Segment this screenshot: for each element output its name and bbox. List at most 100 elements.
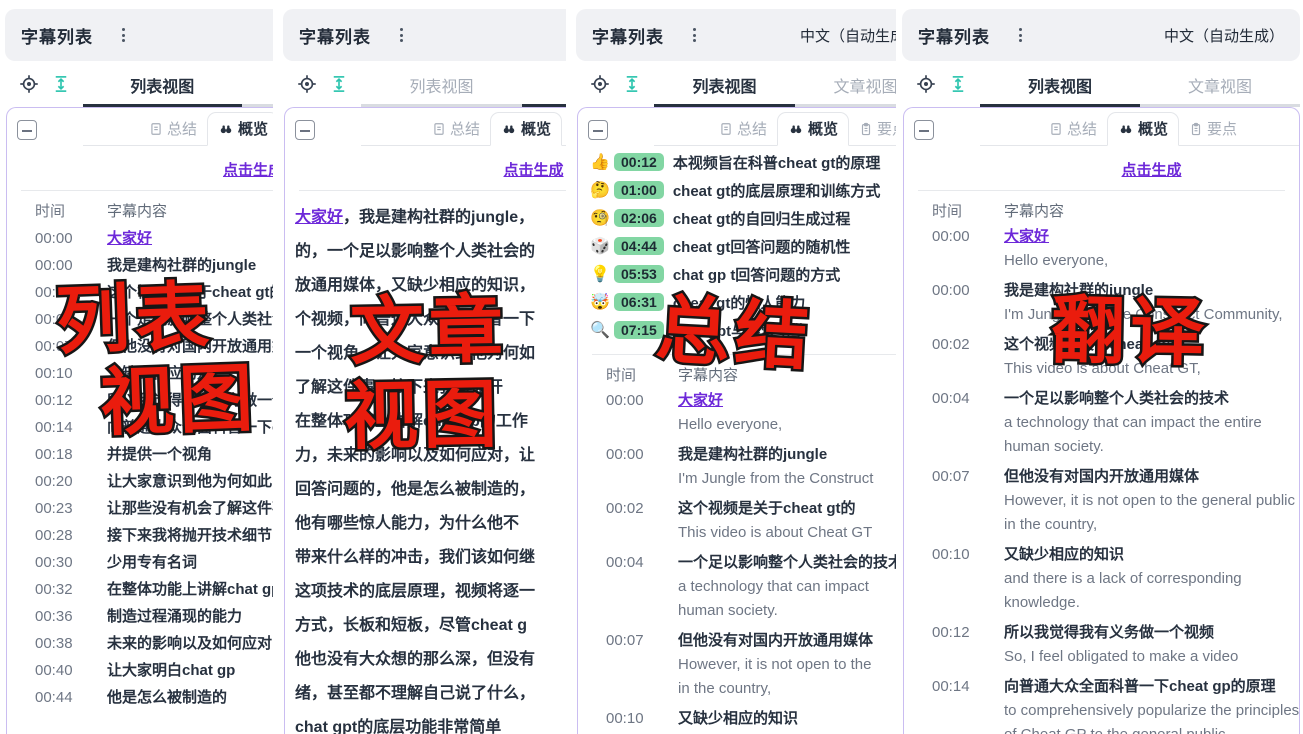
- subtitle-link[interactable]: 大家好: [295, 209, 343, 226]
- kebab-menu-icon[interactable]: [397, 25, 406, 45]
- tab-article-view[interactable]: 文章视图: [522, 61, 566, 107]
- row-time[interactable]: 00:36: [35, 603, 85, 630]
- overview-item[interactable]: 🤯06:31cheat gt的惊人能力: [590, 288, 896, 316]
- overview-item[interactable]: 💡05:53chat gp t回答问题的方式: [590, 260, 896, 288]
- subtab-overview[interactable]: 概览: [777, 112, 849, 146]
- row-time[interactable]: 00:04: [35, 306, 85, 333]
- row-time[interactable]: 00:14: [932, 675, 982, 734]
- subtab-keypoints[interactable]: 要点: [849, 113, 896, 145]
- generate-link[interactable]: 点击生成: [285, 159, 566, 180]
- row-time[interactable]: 00:32: [35, 576, 85, 603]
- expand-vertical-icon[interactable]: [52, 74, 70, 94]
- row-time[interactable]: 00:40: [35, 657, 85, 684]
- row-time[interactable]: 00:07: [606, 629, 656, 701]
- timestamp-chip[interactable]: 05:53: [614, 265, 664, 283]
- kebab-menu-icon[interactable]: [690, 25, 699, 45]
- row-time[interactable]: 00:20: [35, 468, 85, 495]
- generate-link[interactable]: 点击生成: [7, 159, 273, 180]
- row-time[interactable]: 00:28: [35, 522, 85, 549]
- subtab-keypoints[interactable]: 要点: [562, 113, 566, 145]
- row-time[interactable]: 00:00: [606, 389, 656, 437]
- locate-icon[interactable]: [297, 74, 317, 94]
- subtitle-link[interactable]: 大家好: [1004, 225, 1299, 249]
- row-time[interactable]: 00:23: [35, 495, 85, 522]
- expand-vertical-icon[interactable]: [949, 74, 967, 94]
- row-time[interactable]: 00:02: [35, 279, 85, 306]
- overview-item[interactable]: 🎲04:44cheat gt回答问题的随机性: [590, 232, 896, 260]
- row-time[interactable]: 00:10: [606, 707, 656, 731]
- row-time[interactable]: 00:00: [932, 279, 982, 327]
- row-time[interactable]: 00:00: [35, 225, 85, 252]
- tab-list-view[interactable]: 列表视图: [361, 61, 522, 107]
- timestamp-chip[interactable]: 07:15: [614, 321, 664, 339]
- subtab-summary[interactable]: 总结: [422, 113, 490, 145]
- row-time[interactable]: 00:12: [932, 621, 982, 669]
- subtab-summary[interactable]: 总结: [1039, 113, 1107, 145]
- timestamp-chip[interactable]: 02:06: [614, 209, 664, 227]
- subtab-overview[interactable]: 概览: [1107, 112, 1179, 146]
- tab-article-view[interactable]: 文章视图: [1140, 61, 1300, 107]
- overview-item[interactable]: 🧐02:06cheat gt的自回归生成过程: [590, 204, 896, 232]
- locate-icon[interactable]: [19, 74, 39, 94]
- row-text-zh: 这个视频是关于cheat gt的: [678, 497, 896, 521]
- subtitle-link[interactable]: 大家好: [107, 225, 273, 252]
- tab-list-view[interactable]: 列表视图: [654, 61, 795, 107]
- row-time[interactable]: 00:04: [932, 387, 982, 459]
- overview-item[interactable]: 👍00:12本视频旨在科普cheat gt的原理: [590, 148, 896, 176]
- row-time[interactable]: 00:07: [932, 465, 982, 537]
- tab-list-view[interactable]: 列表视图: [980, 61, 1140, 107]
- overview-item[interactable]: 🔍07:15chat gpt与搜索引擎: [590, 316, 896, 344]
- timestamp-chip[interactable]: 04:44: [614, 237, 664, 255]
- table-header: 时间字幕内容: [578, 363, 896, 389]
- timestamp-chip[interactable]: 06:31: [614, 293, 664, 311]
- row-content: 这个视频是关于cheat gt的: [107, 279, 273, 306]
- subtab-summary[interactable]: 总结: [139, 113, 207, 145]
- tab-article-view[interactable]: 文章视图: [795, 61, 896, 107]
- row-time[interactable]: 00:18: [35, 441, 85, 468]
- tab-list-view[interactable]: 列表视图: [83, 61, 242, 107]
- overview-item[interactable]: 🤔01:00cheat gt的底层原理和训练方式: [590, 176, 896, 204]
- row-time[interactable]: 00:44: [35, 684, 85, 711]
- view-tabs: 列表视图 文章视图: [361, 61, 566, 107]
- row-text-en: in the country,: [1004, 513, 1299, 537]
- row-time[interactable]: 00:12: [35, 387, 85, 414]
- expand-vertical-icon[interactable]: [330, 74, 348, 94]
- kebab-menu-icon[interactable]: [119, 25, 128, 45]
- row-time[interactable]: 00:10: [932, 543, 982, 615]
- collapse-button[interactable]: [295, 120, 315, 140]
- subtab-overview[interactable]: 概览: [207, 112, 273, 146]
- row-time[interactable]: 00:30: [35, 549, 85, 576]
- collapse-button[interactable]: [17, 120, 37, 140]
- row-time[interactable]: 00:10: [35, 360, 85, 387]
- collapse-button[interactable]: [588, 120, 608, 140]
- row-time[interactable]: 00:00: [606, 443, 656, 491]
- emoji-icon: 💡: [590, 264, 614, 284]
- overview-text: 本视频旨在科普cheat gt的原理: [673, 152, 881, 173]
- subtab-keypoints[interactable]: 要点: [1179, 113, 1247, 145]
- expand-vertical-icon[interactable]: [623, 74, 641, 94]
- timestamp-chip[interactable]: 01:00: [614, 181, 664, 199]
- locate-icon[interactable]: [590, 74, 610, 94]
- row-time[interactable]: 00:04: [606, 551, 656, 623]
- kebab-menu-icon[interactable]: [1016, 25, 1025, 45]
- row-time[interactable]: 00:14: [35, 414, 85, 441]
- row-text-zh: 所以我觉得我有义务做一个视频: [1004, 621, 1299, 645]
- row-time[interactable]: 00:00: [35, 252, 85, 279]
- row-text-en: of Cheat GP to the general public,: [1004, 723, 1299, 734]
- row-time[interactable]: 00:02: [606, 497, 656, 545]
- collapse-button[interactable]: [914, 120, 934, 140]
- subtitle-link[interactable]: 大家好: [678, 389, 896, 413]
- timestamp-chip[interactable]: 00:12: [614, 153, 664, 171]
- tab-article-view[interactable]: 文章视图: [242, 61, 274, 107]
- subtab-overview[interactable]: 概览: [490, 112, 562, 146]
- row-time[interactable]: 00:02: [932, 333, 982, 381]
- language-label[interactable]: 中文（自动生成）: [1164, 25, 1284, 46]
- row-content: 接下来我将抛开技术细节: [107, 522, 273, 549]
- locate-icon[interactable]: [916, 74, 936, 94]
- subtab-summary[interactable]: 总结: [709, 113, 777, 145]
- generate-link[interactable]: 点击生成: [904, 159, 1299, 180]
- row-time[interactable]: 00:07: [35, 333, 85, 360]
- row-time[interactable]: 00:00: [932, 225, 982, 273]
- language-label[interactable]: 中文（自动生成）: [800, 25, 896, 46]
- row-time[interactable]: 00:38: [35, 630, 85, 657]
